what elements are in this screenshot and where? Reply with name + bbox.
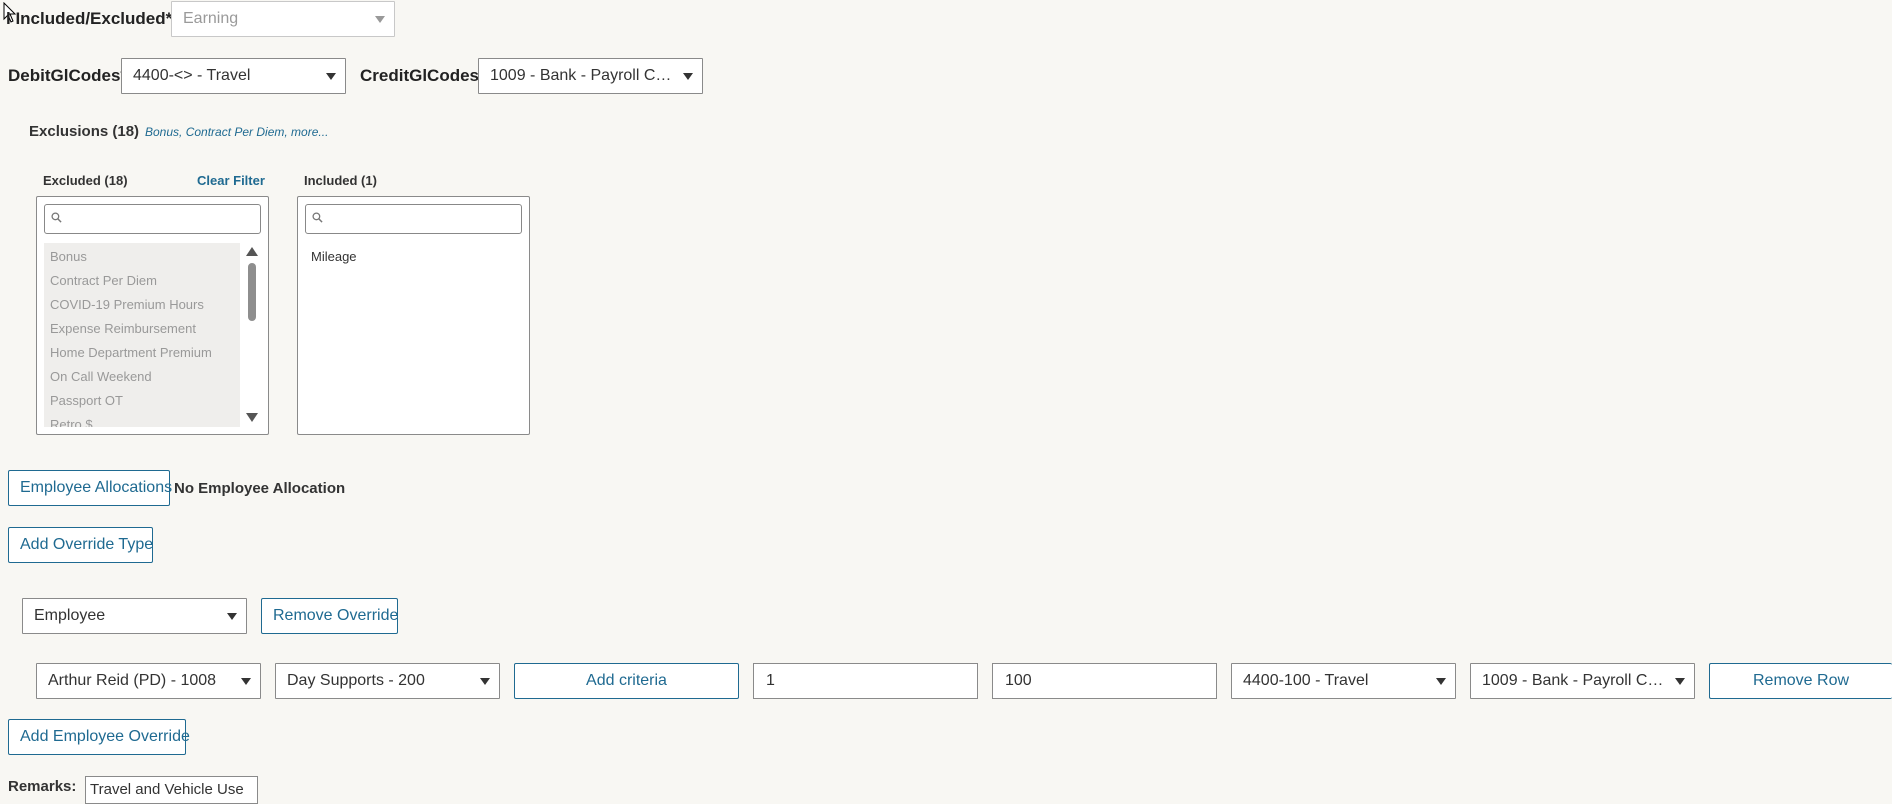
credit-gl-codes-label: CreditGlCodes* xyxy=(360,66,486,85)
department-select-value: Day Supports - 200 xyxy=(287,672,425,689)
employee-select[interactable]: Arthur Reid (PD) - 1008 xyxy=(36,663,261,699)
remove-override-button[interactable]: Remove Override xyxy=(261,598,398,634)
excluded-search-input[interactable] xyxy=(44,204,261,234)
override-debit-gl-select[interactable]: 4400-100 - Travel xyxy=(1231,663,1456,699)
employee-allocations-button[interactable]: Employee Allocations xyxy=(8,470,172,506)
employee-select-value: Arthur Reid (PD) - 1008 xyxy=(48,672,217,689)
scroll-down-arrow-icon[interactable] xyxy=(246,413,258,422)
credit-gl-codes-value: 1009 - Bank - Payroll Clear... xyxy=(490,67,695,84)
chevron-down-icon xyxy=(1436,678,1446,685)
list-item[interactable]: COVID-19 Premium Hours xyxy=(50,297,204,312)
remarks-input[interactable]: Travel and Vehicle Use xyxy=(85,776,258,804)
scrollbar-thumb[interactable] xyxy=(248,263,256,321)
remarks-label: Remarks: xyxy=(8,778,77,795)
chevron-down-icon xyxy=(683,73,693,80)
add-employee-override-button[interactable]: Add Employee Override xyxy=(8,719,190,755)
add-override-type-button[interactable]: Add Override Type xyxy=(8,527,153,563)
chevron-down-icon xyxy=(326,73,336,80)
debit-gl-codes-label: DebitGlCodes* xyxy=(8,66,128,85)
excluded-items-panel: Bonus Contract Per Diem COVID-19 Premium… xyxy=(44,243,240,427)
list-item[interactable]: Contract Per Diem xyxy=(50,273,157,288)
credit-gl-codes-select[interactable]: 1009 - Bank - Payroll Clear... xyxy=(478,58,703,94)
excluded-scrollbar[interactable] xyxy=(244,243,260,427)
search-icon xyxy=(312,212,323,223)
list-item[interactable]: Bonus xyxy=(50,249,87,264)
list-item[interactable]: On Call Weekend xyxy=(50,369,152,384)
override-field-2-input[interactable]: 100 xyxy=(992,663,1217,699)
override-debit-gl-value: 4400-100 - Travel xyxy=(1243,672,1369,689)
department-select[interactable]: Day Supports - 200 xyxy=(275,663,500,699)
exclusions-summary-link[interactable]: Bonus, Contract Per Diem, more... xyxy=(145,125,328,139)
remove-row-button[interactable]: Remove Row xyxy=(1709,663,1892,699)
excluded-list-header: Excluded (18) xyxy=(43,173,128,188)
chevron-down-icon xyxy=(480,678,490,685)
override-type-select[interactable]: Employee xyxy=(22,598,247,634)
earning-select-value: Earning xyxy=(183,10,239,27)
included-list-header: Included (1) xyxy=(304,173,377,188)
chevron-down-icon xyxy=(375,16,385,23)
included-listbox: Mileage xyxy=(297,196,530,435)
override-field-1-input[interactable]: 1 xyxy=(753,663,978,699)
included-excluded-label: l Included/Excluded* xyxy=(6,9,173,28)
list-item[interactable]: Mileage xyxy=(311,249,357,264)
search-icon xyxy=(51,212,62,223)
chevron-down-icon xyxy=(1675,678,1685,685)
included-search-input[interactable] xyxy=(305,204,522,234)
list-item[interactable]: Passport OT xyxy=(50,393,123,408)
override-type-value: Employee xyxy=(34,607,106,624)
override-credit-gl-select[interactable]: 1009 - Bank - Payroll Clear... xyxy=(1470,663,1695,699)
excluded-listbox: Bonus Contract Per Diem COVID-19 Premium… xyxy=(36,196,269,435)
list-item[interactable]: Retro $ xyxy=(50,417,93,427)
clear-filter-link[interactable]: Clear Filter xyxy=(197,173,265,188)
list-item[interactable]: Home Department Premium xyxy=(50,345,212,360)
debit-gl-codes-select[interactable]: 4400-<> - Travel xyxy=(121,58,346,94)
earning-select[interactable]: Earning xyxy=(171,1,395,37)
add-criteria-button[interactable]: Add criteria xyxy=(514,663,739,699)
exclusions-title: Exclusions (18) xyxy=(29,123,140,140)
override-credit-gl-value: 1009 - Bank - Payroll Clear... xyxy=(1482,672,1687,689)
scroll-up-arrow-icon[interactable] xyxy=(246,247,258,256)
chevron-down-icon xyxy=(241,678,251,685)
employee-allocation-status: No Employee Allocation xyxy=(174,480,346,497)
debit-gl-codes-value: 4400-<> - Travel xyxy=(133,67,251,84)
chevron-down-icon xyxy=(227,613,237,620)
list-item[interactable]: Expense Reimbursement xyxy=(50,321,196,336)
